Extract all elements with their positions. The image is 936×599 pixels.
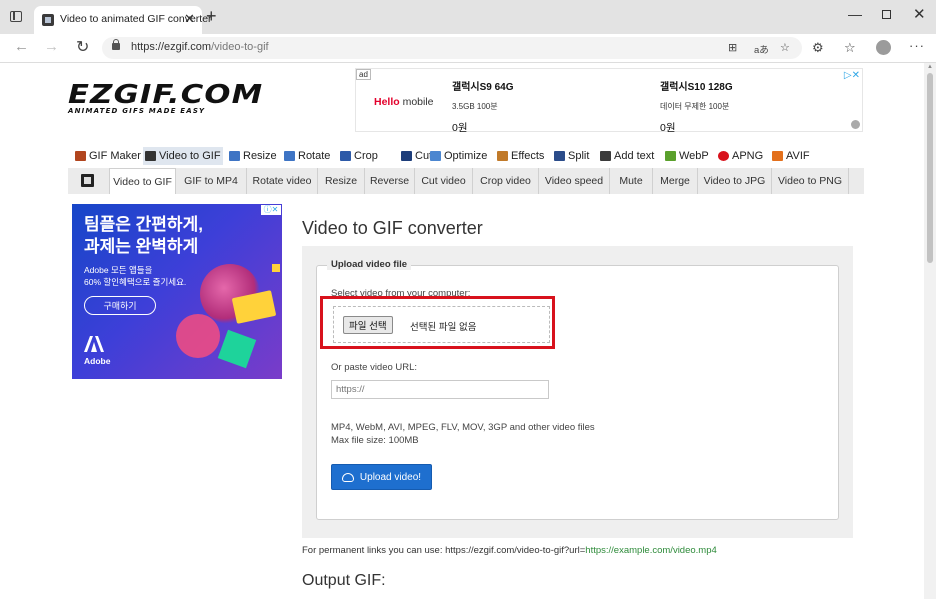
ad-offer[interactable]: 갤럭시S9 64G 3.5GB 100분 0원 (452, 78, 514, 135)
ad-illustration (272, 264, 280, 272)
rotate-icon (284, 151, 295, 161)
ad-body: Adobe 모든 앱들을 60% 할인혜택으로 즐기세요. (84, 265, 187, 287)
nav-gif-maker[interactable]: GIF Maker (73, 147, 143, 165)
subnav-video-to-jpg[interactable]: Video to JPG (698, 168, 772, 194)
effects-icon (497, 151, 508, 161)
nav-split[interactable]: Split (552, 147, 591, 165)
video-url-input[interactable] (331, 380, 549, 399)
cut-icon (401, 151, 412, 161)
new-tab-icon[interactable]: + (206, 6, 217, 27)
crop-icon (340, 151, 351, 161)
subnav-merge[interactable]: Merge (653, 168, 698, 194)
back-icon[interactable]: ← (14, 38, 29, 55)
permanent-link-hint: For permanent links you can use: https:/… (302, 545, 717, 556)
nav-add-text[interactable]: Add text (598, 147, 656, 165)
logo-wordmark: EZGIF.COM (68, 80, 264, 110)
nav-avif[interactable]: AVIF (770, 147, 812, 165)
example-url-link[interactable]: https://example.com/video.mp4 (585, 545, 716, 556)
tab-strip: Video to animated GIF converter ✕ + — ✕ (0, 0, 936, 34)
upload-panel: Upload video file Select video from your… (302, 246, 853, 538)
more-icon[interactable]: ··· (909, 38, 925, 53)
lock-icon[interactable] (112, 39, 120, 50)
favorite-icon[interactable]: ☆ (780, 41, 790, 54)
upload-video-button[interactable]: Upload video! (331, 464, 432, 490)
sidebar-ad[interactable]: 팀플은 간편하게, 과제는 완벽하게 Adobe 모든 앱들을 60% 할인혜택으로… (72, 204, 282, 379)
gif-maker-icon (75, 151, 86, 161)
nav-webp[interactable]: WebP (663, 147, 711, 165)
sub-nav: Video to GIF GIF to MP4 Rotate video Res… (68, 168, 864, 194)
subnav-reverse[interactable]: Reverse (365, 168, 415, 194)
close-window-icon[interactable]: ✕ (913, 5, 926, 23)
webp-icon (665, 151, 676, 161)
ad-badge: ad (356, 69, 371, 80)
supported-formats-info: MP4, WebM, AVI, MPEG, FLV, MOV, 3GP and … (331, 422, 595, 446)
refresh-icon[interactable]: ↻ (76, 37, 89, 57)
extensions-icon[interactable]: ⚙ (812, 40, 824, 56)
site-logo[interactable]: EZGIF.COM ANIMATED GIFS MADE EASY (68, 82, 262, 115)
browser-tab[interactable]: Video to animated GIF converter ✕ (34, 6, 212, 34)
subnav-resize[interactable]: Resize (318, 168, 365, 194)
nav-resize[interactable]: Resize (227, 147, 279, 165)
favicon-icon (42, 14, 54, 26)
add-text-icon (600, 151, 611, 161)
split-icon (554, 151, 565, 161)
video-to-gif-icon (145, 151, 156, 161)
resize-icon (229, 151, 240, 161)
url-text[interactable]: https://ezgif.com/video-to-gif (131, 41, 269, 53)
nav-optimize[interactable]: Optimize (428, 147, 489, 165)
nav-crop[interactable]: Crop (338, 147, 380, 165)
subnav-mute[interactable]: Mute (610, 168, 653, 194)
ad-buy-button[interactable]: 구매하기 (84, 296, 156, 315)
app-available-icon[interactable]: ⊞ (728, 41, 737, 54)
subnav-gif-to-mp4[interactable]: GIF to MP4 (176, 168, 247, 194)
adobe-logo-icon (84, 336, 104, 352)
page-scrollbar[interactable]: ▲ (924, 63, 936, 599)
maximize-icon[interactable] (882, 10, 891, 19)
scroll-thumb[interactable] (927, 73, 933, 263)
film-icon (81, 174, 94, 187)
ad-illustration (176, 314, 220, 358)
ad-choices-icon[interactable]: ⓘ✕ (261, 205, 281, 215)
nav-effects[interactable]: Effects (495, 147, 546, 165)
apng-icon (718, 151, 729, 161)
ad-illustration (217, 329, 257, 369)
ad-offer[interactable]: 갤럭시S10 128G 데이터 무제한 100분 0원 (660, 78, 733, 135)
close-tab-icon[interactable]: ✕ (184, 11, 195, 27)
read-aloud-icon[interactable]: aあ (754, 42, 769, 56)
favorites-icon[interactable]: ☆ (844, 40, 856, 56)
avif-icon (772, 151, 783, 161)
file-input-highlight (320, 296, 555, 349)
address-bar[interactable]: https://ezgif.com/video-to-gif ⊞ aあ ☆ (102, 37, 802, 59)
nav-rotate[interactable]: Rotate (282, 147, 332, 165)
top-banner-ad[interactable]: ad Hello mobile 갤럭시S9 64G 3.5GB 100분 0원 … (355, 68, 863, 135)
scroll-up-icon[interactable]: ▲ (927, 64, 933, 70)
minimize-icon[interactable]: — (848, 6, 862, 22)
ad-choices-icon[interactable]: ▷✕ (844, 70, 860, 81)
optimize-icon (430, 151, 441, 161)
profile-avatar[interactable] (876, 40, 891, 55)
ad-info-icon[interactable] (851, 120, 860, 129)
ad-brand-text: Adobe (84, 356, 111, 366)
page-title: Video to GIF converter (302, 218, 483, 238)
nav-apng[interactable]: APNG (716, 147, 765, 165)
ad-headline: 팀플은 간편하게, 과제는 완벽하게 (84, 215, 203, 256)
subnav-rotate-video[interactable]: Rotate video (247, 168, 318, 194)
browser-toolbar: ← → ↻ https://ezgif.com/video-to-gif ⊞ a… (0, 34, 936, 63)
subnav-video-to-png[interactable]: Video to PNG (772, 168, 849, 194)
output-title: Output GIF: (302, 572, 386, 589)
ad-brand: Hello mobile (374, 96, 434, 108)
subnav-cut-video[interactable]: Cut video (415, 168, 473, 194)
nav-video-to-gif[interactable]: Video to GIF (143, 147, 223, 165)
fieldset-legend: Upload video file (327, 259, 412, 270)
tab-actions-icon[interactable] (10, 11, 22, 22)
subnav-crop-video[interactable]: Crop video (473, 168, 539, 194)
subnav-video-speed[interactable]: Video speed (539, 168, 610, 194)
url-label: Or paste video URL: (331, 362, 418, 373)
cloud-upload-icon (341, 472, 354, 482)
subnav-video-to-gif[interactable]: Video to GIF (109, 168, 176, 194)
forward-icon[interactable]: → (44, 38, 59, 55)
